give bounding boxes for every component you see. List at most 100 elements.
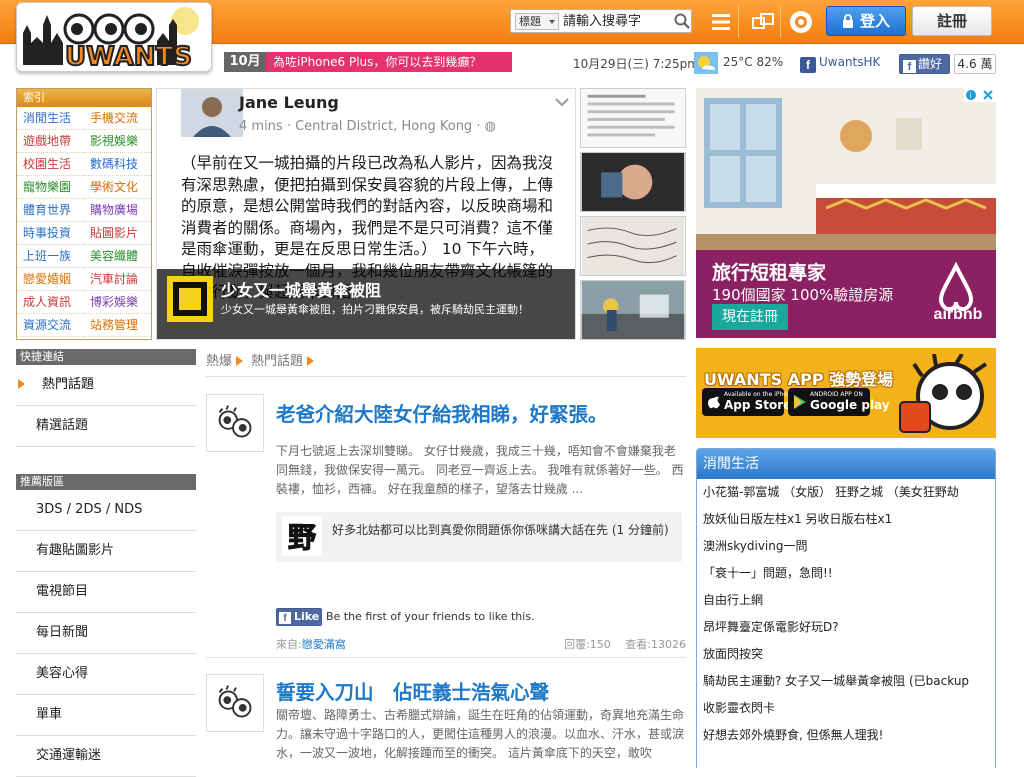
source-board-link[interactable]: 戀愛滿窩 <box>302 638 346 651</box>
thumbnail-protest-photo[interactable] <box>580 280 686 340</box>
thumbnail-child-photo[interactable] <box>580 152 686 212</box>
coin-icon[interactable] <box>786 8 816 36</box>
recommended-board-link[interactable]: 3DS / 2DS / NDS <box>16 490 196 531</box>
post-title-link[interactable]: 誓要入刀山 佔旺義士浩氣心聲 <box>276 676 549 705</box>
weather-readout: 25°C 82% <box>723 55 784 69</box>
register-button[interactable]: 註冊 <box>912 6 992 36</box>
uwants-app-banner[interactable]: UWANTS APP 強勢登場 Available on the iPhone … <box>696 348 996 438</box>
recommended-board-link[interactable]: 單車 <box>16 695 196 736</box>
hot-topic-link[interactable]: 好想去郊外燒野食, 但係無人理我! <box>697 722 995 749</box>
category-link[interactable]: 寵物樂園 <box>17 176 84 199</box>
hot-topic-link[interactable]: 「衰十一」問題，急問!! <box>697 560 995 587</box>
category-link[interactable]: 博彩娛樂 <box>84 291 151 314</box>
hot-topic-link[interactable]: 澳洲skydiving一問 <box>697 533 995 560</box>
category-link[interactable]: 時事投資 <box>17 222 84 245</box>
svg-text:UWANTS: UWANTS <box>65 42 192 72</box>
airbnb-ad[interactable]: i 旅行短租專家 190個國家 100%驗證房源 現在註冊 airbnb <box>696 88 996 338</box>
author-avatar <box>181 89 243 137</box>
hot-topic-link[interactable]: 自由行上網 <box>697 587 995 614</box>
search-input[interactable] <box>563 12 673 30</box>
hot-topic-link[interactable]: 騎劫民主運動? 女子又一城舉黃傘被阻 (已backup <box>697 668 995 695</box>
category-link[interactable]: 貼圖影片 <box>84 222 151 245</box>
arrow-right-icon <box>236 356 244 366</box>
hot-topic-link[interactable]: 放妖仙日版左柱x1 另收日版右柱x1 <box>697 506 995 533</box>
header-divider <box>738 6 739 38</box>
mascot-icon <box>899 354 988 433</box>
category-index: 索引 消閒生活 手機交流 遊戲地帶 影視娛樂 校園生活 數碼科技 寵物樂園 學術… <box>16 88 152 340</box>
hot-topic-link[interactable]: 收影靈衣閃卡 <box>697 695 995 722</box>
category-link[interactable]: 成人資訊 <box>17 291 84 314</box>
post-stats: 回覆:150 查看:13026 <box>564 638 686 651</box>
facebook-page-link[interactable]: f UwantsHK <box>800 55 880 73</box>
category-index-grid: 消閒生活 手機交流 遊戲地帶 影視娛樂 校園生活 數碼科技 寵物樂園 學術文化 … <box>17 107 151 337</box>
category-link[interactable]: 購物廣場 <box>84 199 151 222</box>
uwants-logo[interactable]: UWANTS <box>16 2 212 72</box>
search-type-label: 標題 <box>519 15 541 28</box>
facebook-like-button[interactable]: f Like <box>276 608 322 626</box>
uwants-logo-art: UWANTS <box>23 7 199 72</box>
featured-story[interactable]: Jane Leung 4 mins · Central District, Ho… <box>156 88 576 340</box>
category-link[interactable]: 資源交流 <box>17 314 84 337</box>
search-box: 標題 <box>510 9 692 33</box>
like-label: Like <box>294 610 320 623</box>
thumbnail-document[interactable] <box>580 88 686 148</box>
recommended-board-link[interactable]: 有趣貼圖影片 <box>16 531 196 572</box>
category-link[interactable]: 消閒生活 <box>17 107 84 130</box>
recommended-board-link[interactable]: 電視節目 <box>16 572 196 613</box>
category-link[interactable]: 戀愛婚姻 <box>17 268 84 291</box>
category-link[interactable]: 美容纖體 <box>84 245 151 268</box>
login-button[interactable]: 登入 <box>826 6 906 36</box>
hot-topic-link[interactable]: 小花猫-郭富城 （女版） 狂野之城 （美女狂野劫 <box>697 479 995 506</box>
reply-avatar: 野 <box>282 516 322 556</box>
category-link[interactable]: 汽車討論 <box>84 268 151 291</box>
chevron-down-icon <box>549 20 555 24</box>
search-icon[interactable] <box>673 12 691 30</box>
svg-text:野: 野 <box>288 521 316 554</box>
breadcrumb-hot-topics[interactable]: 熱門話題 <box>251 354 303 369</box>
breadcrumb-hot[interactable]: 熱爆 <box>206 354 232 369</box>
ad-signup-button[interactable]: 現在註冊 <box>712 304 788 330</box>
hot-topic-link[interactable]: 放面閃按突 <box>697 641 995 668</box>
google-play-badge[interactable]: ANDROID APP ON Google play <box>788 388 890 416</box>
category-link[interactable]: 數碼科技 <box>84 153 151 176</box>
facebook-page-name: UwantsHK <box>819 55 881 69</box>
category-link[interactable]: 校園生活 <box>17 153 84 176</box>
post-avatar[interactable] <box>206 394 264 452</box>
post-avatar[interactable] <box>206 674 264 732</box>
app-store-badge[interactable]: Available on the iPhone App Store <box>702 388 794 416</box>
facebook-like-label: 讚好 <box>918 57 943 71</box>
category-link[interactable]: 站務管理 <box>84 314 151 337</box>
category-link[interactable]: 手機交流 <box>84 107 151 130</box>
adchoices-icon[interactable]: i <box>964 88 996 102</box>
recommended-board-link[interactable]: 交通運輸迷 <box>16 736 196 777</box>
menu-icon[interactable] <box>706 8 736 36</box>
quicklink-label: 精選話題 <box>36 418 89 433</box>
quicklink-hot-topics[interactable]: 熱門話題 <box>16 365 196 406</box>
weather-sunny-icon <box>694 52 718 74</box>
hot-topic-link[interactable]: 昂坪舞臺定係電影好玩D? <box>697 614 995 641</box>
recommended-board-link[interactable]: 美容心得 <box>16 654 196 695</box>
recommended-board-link[interactable]: 每日新聞 <box>16 613 196 654</box>
category-link[interactable]: 上班一族 <box>17 245 84 268</box>
like-text: Be the first of your friends to like thi… <box>326 610 535 623</box>
facebook-like-button[interactable]: f 讚好 <box>899 54 950 74</box>
category-link[interactable]: 學術文化 <box>84 176 151 199</box>
category-link[interactable]: 體育世界 <box>17 199 84 222</box>
thumbnail-handwriting[interactable] <box>580 216 686 276</box>
arrow-right-icon <box>307 356 315 366</box>
search-type-select[interactable]: 標題 <box>515 13 559 30</box>
featured-thumbnail-strip <box>580 88 686 340</box>
current-datetime: 10月29日(三) 7:25pm <box>573 57 699 71</box>
quicklink-featured-topics[interactable]: 精選話題 <box>16 406 196 447</box>
latest-reply[interactable]: 野 好多北姑都可以比到真愛你問題係你係咪講大話在先 (1 分鐘前) <box>276 512 682 562</box>
divider <box>206 657 686 658</box>
facebook-icon: f <box>279 612 291 624</box>
windows-icon[interactable] <box>748 8 778 36</box>
category-link[interactable]: 影視娛樂 <box>84 130 151 153</box>
google-play-text: Google play <box>810 398 890 412</box>
post-title-link[interactable]: 老爸介紹大陸女仔給我相睇，好緊張。 <box>276 398 608 427</box>
app-banner-title: UWANTS APP 強勢登場 <box>704 370 894 389</box>
category-link[interactable]: 遊戲地帶 <box>17 130 84 153</box>
lock-icon <box>842 14 853 28</box>
news-ticker-link[interactable]: 為咗iPhone6 Plus，你可以去到幾癲？ <box>266 52 512 72</box>
